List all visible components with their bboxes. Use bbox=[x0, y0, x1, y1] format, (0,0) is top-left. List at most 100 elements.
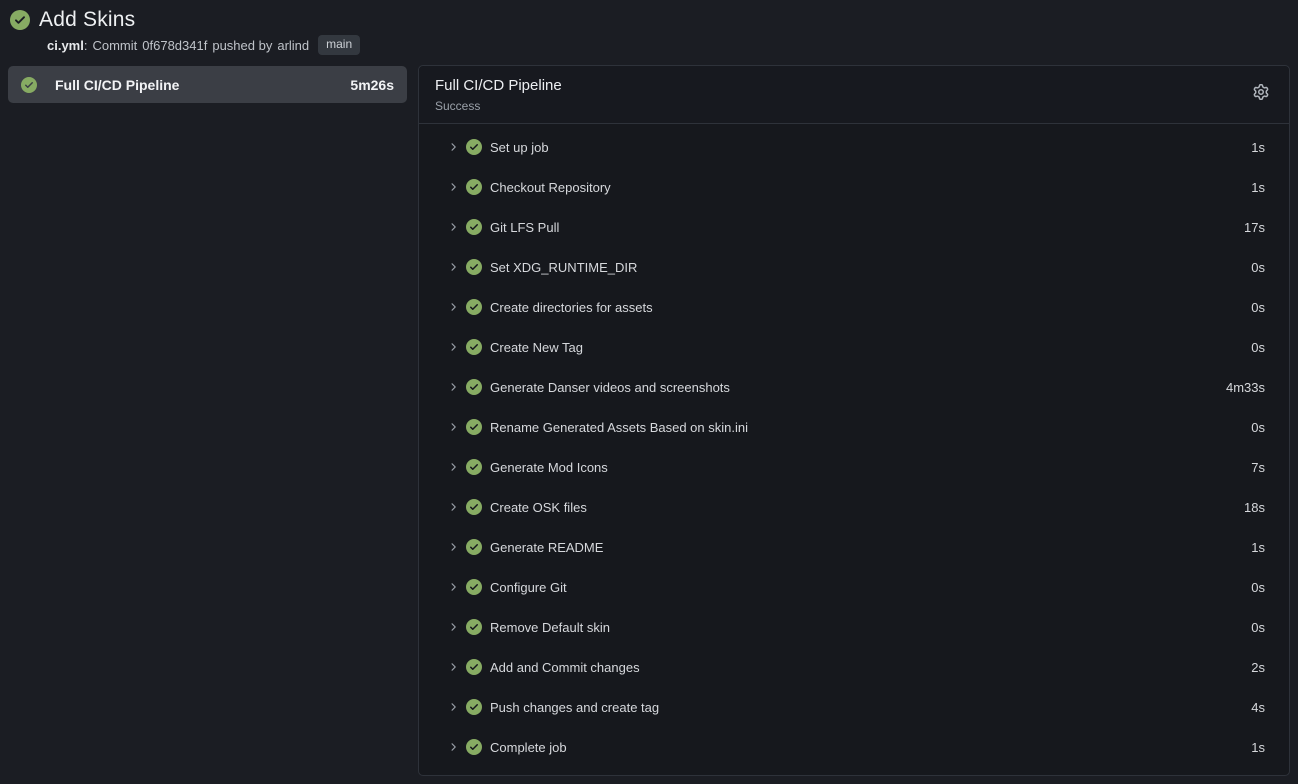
chevron-right-icon[interactable] bbox=[447, 181, 459, 193]
workflow-file-name: ci.yml bbox=[47, 38, 84, 53]
chevron-right-icon[interactable] bbox=[447, 461, 459, 473]
branch-badge: main bbox=[318, 35, 360, 55]
commit-hash-link[interactable]: 0f678d341f bbox=[142, 38, 207, 53]
step-row[interactable]: Create OSK files 18s bbox=[419, 487, 1289, 527]
step-row[interactable]: Create New Tag 0s bbox=[419, 327, 1289, 367]
step-name: Generate Danser videos and screenshots bbox=[490, 380, 730, 395]
step-row[interactable]: Remove Default skin 0s bbox=[419, 607, 1289, 647]
step-row[interactable]: Generate README 1s bbox=[419, 527, 1289, 567]
chevron-right-icon[interactable] bbox=[447, 621, 459, 633]
job-panel-header: Full CI/CD Pipeline Success bbox=[419, 66, 1289, 124]
step-status-check-circle-icon bbox=[466, 179, 482, 195]
run-header: Add Skins ci.yml: Commit 0f678d341f push… bbox=[8, 6, 1290, 65]
step-row[interactable]: Rename Generated Assets Based on skin.in… bbox=[419, 407, 1289, 447]
chevron-right-icon[interactable] bbox=[447, 581, 459, 593]
chevron-right-icon[interactable] bbox=[447, 501, 459, 513]
step-duration: 0s bbox=[1251, 260, 1265, 275]
job-detail-panel: Full CI/CD Pipeline Success Set up job 1… bbox=[418, 65, 1290, 776]
step-duration: 0s bbox=[1251, 580, 1265, 595]
step-status-check-circle-icon bbox=[466, 339, 482, 355]
step-name: Rename Generated Assets Based on skin.in… bbox=[490, 420, 748, 435]
step-name: Create directories for assets bbox=[490, 300, 653, 315]
job-status-text: Success bbox=[435, 99, 562, 113]
step-name: Git LFS Pull bbox=[490, 220, 559, 235]
step-status-check-circle-icon bbox=[466, 539, 482, 555]
chevron-right-icon[interactable] bbox=[447, 221, 459, 233]
step-status-check-circle-icon bbox=[466, 579, 482, 595]
sidebar-job-item[interactable]: Full CI/CD Pipeline 5m26s bbox=[8, 66, 407, 103]
chevron-right-icon[interactable] bbox=[447, 381, 459, 393]
chevron-right-icon[interactable] bbox=[447, 261, 459, 273]
step-row[interactable]: Set up job 1s bbox=[419, 127, 1289, 167]
step-duration: 4s bbox=[1251, 700, 1265, 715]
step-name: Set XDG_RUNTIME_DIR bbox=[490, 260, 637, 275]
step-name: Complete job bbox=[490, 740, 567, 755]
commit-middle-text: pushed by bbox=[212, 38, 272, 53]
gear-icon[interactable] bbox=[1253, 84, 1269, 100]
step-duration: 2s bbox=[1251, 660, 1265, 675]
step-duration: 18s bbox=[1244, 500, 1265, 515]
step-duration: 1s bbox=[1251, 740, 1265, 755]
chevron-right-icon[interactable] bbox=[447, 741, 459, 753]
chevron-right-icon[interactable] bbox=[447, 701, 459, 713]
run-status-check-circle-icon bbox=[10, 10, 30, 30]
step-name: Create New Tag bbox=[490, 340, 583, 355]
step-duration: 4m33s bbox=[1226, 380, 1265, 395]
step-name: Add and Commit changes bbox=[490, 660, 640, 675]
step-duration: 1s bbox=[1251, 180, 1265, 195]
step-name: Set up job bbox=[490, 140, 549, 155]
step-name: Push changes and create tag bbox=[490, 700, 659, 715]
step-status-check-circle-icon bbox=[466, 419, 482, 435]
step-name: Configure Git bbox=[490, 580, 567, 595]
job-status-check-circle-icon bbox=[21, 77, 37, 93]
step-duration: 0s bbox=[1251, 420, 1265, 435]
step-status-check-circle-icon bbox=[466, 699, 482, 715]
jobs-sidebar: Full CI/CD Pipeline 5m26s bbox=[8, 65, 407, 103]
step-row[interactable]: Generate Danser videos and screenshots 4… bbox=[419, 367, 1289, 407]
workflow-file-label: ci.yml: bbox=[47, 38, 87, 53]
step-row[interactable]: Complete job 1s bbox=[419, 727, 1289, 767]
step-list: Set up job 1s Checkout Repository 1s bbox=[419, 124, 1289, 773]
step-row[interactable]: Set XDG_RUNTIME_DIR 0s bbox=[419, 247, 1289, 287]
step-status-check-circle-icon bbox=[466, 219, 482, 235]
step-status-check-circle-icon bbox=[466, 739, 482, 755]
step-status-check-circle-icon bbox=[466, 659, 482, 675]
step-row[interactable]: Create directories for assets 0s bbox=[419, 287, 1289, 327]
step-row[interactable]: Push changes and create tag 4s bbox=[419, 687, 1289, 727]
chevron-right-icon[interactable] bbox=[447, 341, 459, 353]
step-status-check-circle-icon bbox=[466, 499, 482, 515]
step-row[interactable]: Checkout Repository 1s bbox=[419, 167, 1289, 207]
step-name: Create OSK files bbox=[490, 500, 587, 515]
separator: : bbox=[84, 38, 88, 53]
step-name: Generate README bbox=[490, 540, 603, 555]
run-title: Add Skins bbox=[39, 8, 135, 32]
step-duration: 17s bbox=[1244, 220, 1265, 235]
commit-summary: ci.yml: Commit 0f678d341f pushed by arli… bbox=[47, 35, 1288, 55]
step-duration: 1s bbox=[1251, 540, 1265, 555]
chevron-right-icon[interactable] bbox=[447, 661, 459, 673]
chevron-right-icon[interactable] bbox=[447, 301, 459, 313]
step-duration: 7s bbox=[1251, 460, 1265, 475]
step-duration: 1s bbox=[1251, 140, 1265, 155]
chevron-right-icon[interactable] bbox=[447, 421, 459, 433]
step-status-check-circle-icon bbox=[466, 459, 482, 475]
chevron-right-icon[interactable] bbox=[447, 141, 459, 153]
step-duration: 0s bbox=[1251, 340, 1265, 355]
chevron-right-icon[interactable] bbox=[447, 541, 459, 553]
step-status-check-circle-icon bbox=[466, 379, 482, 395]
step-status-check-circle-icon bbox=[466, 259, 482, 275]
job-name: Full CI/CD Pipeline bbox=[55, 77, 340, 93]
step-name: Checkout Repository bbox=[490, 180, 611, 195]
step-row[interactable]: Git LFS Pull 17s bbox=[419, 207, 1289, 247]
step-status-check-circle-icon bbox=[466, 299, 482, 315]
job-panel-title: Full CI/CD Pipeline bbox=[435, 77, 562, 94]
step-status-check-circle-icon bbox=[466, 139, 482, 155]
step-duration: 0s bbox=[1251, 620, 1265, 635]
step-status-check-circle-icon bbox=[466, 619, 482, 635]
commit-author-link[interactable]: arlind bbox=[277, 38, 309, 53]
step-row[interactable]: Generate Mod Icons 7s bbox=[419, 447, 1289, 487]
step-row[interactable]: Add and Commit changes 2s bbox=[419, 647, 1289, 687]
step-row[interactable]: Configure Git 0s bbox=[419, 567, 1289, 607]
step-name: Remove Default skin bbox=[490, 620, 610, 635]
step-duration: 0s bbox=[1251, 300, 1265, 315]
